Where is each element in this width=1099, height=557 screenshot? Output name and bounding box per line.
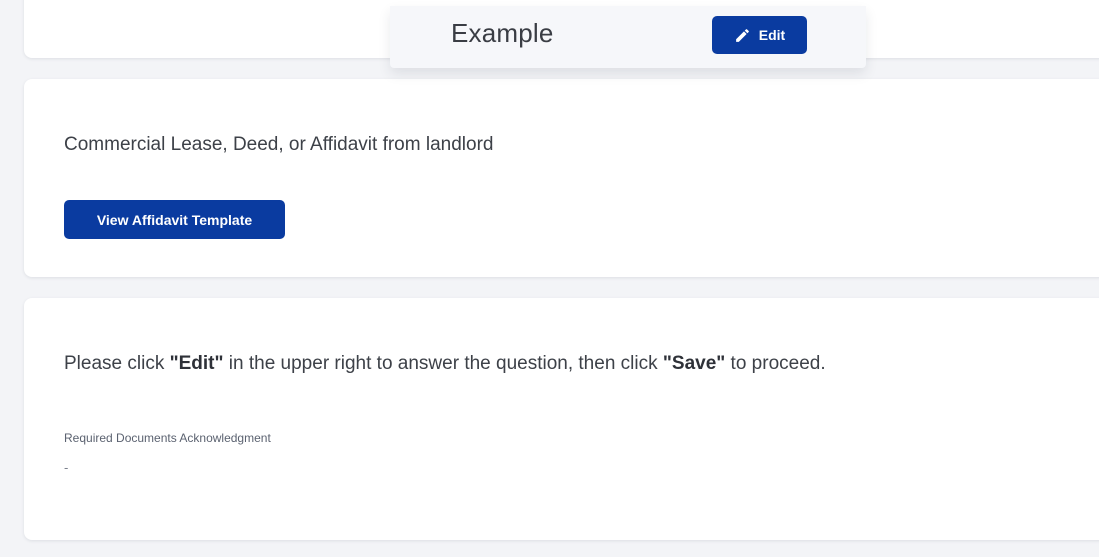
document-card: Commercial Lease, Deed, or Affidavit fro… xyxy=(24,79,1099,277)
view-affidavit-template-button[interactable]: View Affidavit Template xyxy=(64,200,285,239)
document-description: Commercial Lease, Deed, or Affidavit fro… xyxy=(64,134,494,155)
edit-button-label: Edit xyxy=(758,27,786,43)
page-title: Example xyxy=(451,18,554,48)
page: Commercial Lease, Deed, or Affidavit fro… xyxy=(0,0,1099,557)
instruction-edit-keyword: "Edit" xyxy=(169,353,224,374)
instruction-suffix: to proceed. xyxy=(725,353,826,374)
pencil-icon xyxy=(734,27,751,44)
instruction-prefix: Please click xyxy=(64,353,170,374)
instruction-save-keyword: "Save" xyxy=(662,353,726,374)
instruction-middle: in the upper right to answer the questio… xyxy=(223,353,663,374)
instructions-text: Please click "Edit" in the upper right t… xyxy=(64,353,826,375)
field-label: Required Documents Acknowledgment xyxy=(64,431,271,445)
field-value: - xyxy=(64,460,69,475)
sticky-header: Example Edit xyxy=(390,6,866,68)
acknowledgment-card: Please click "Edit" in the upper right t… xyxy=(24,298,1099,540)
edit-button[interactable]: Edit xyxy=(712,16,807,54)
